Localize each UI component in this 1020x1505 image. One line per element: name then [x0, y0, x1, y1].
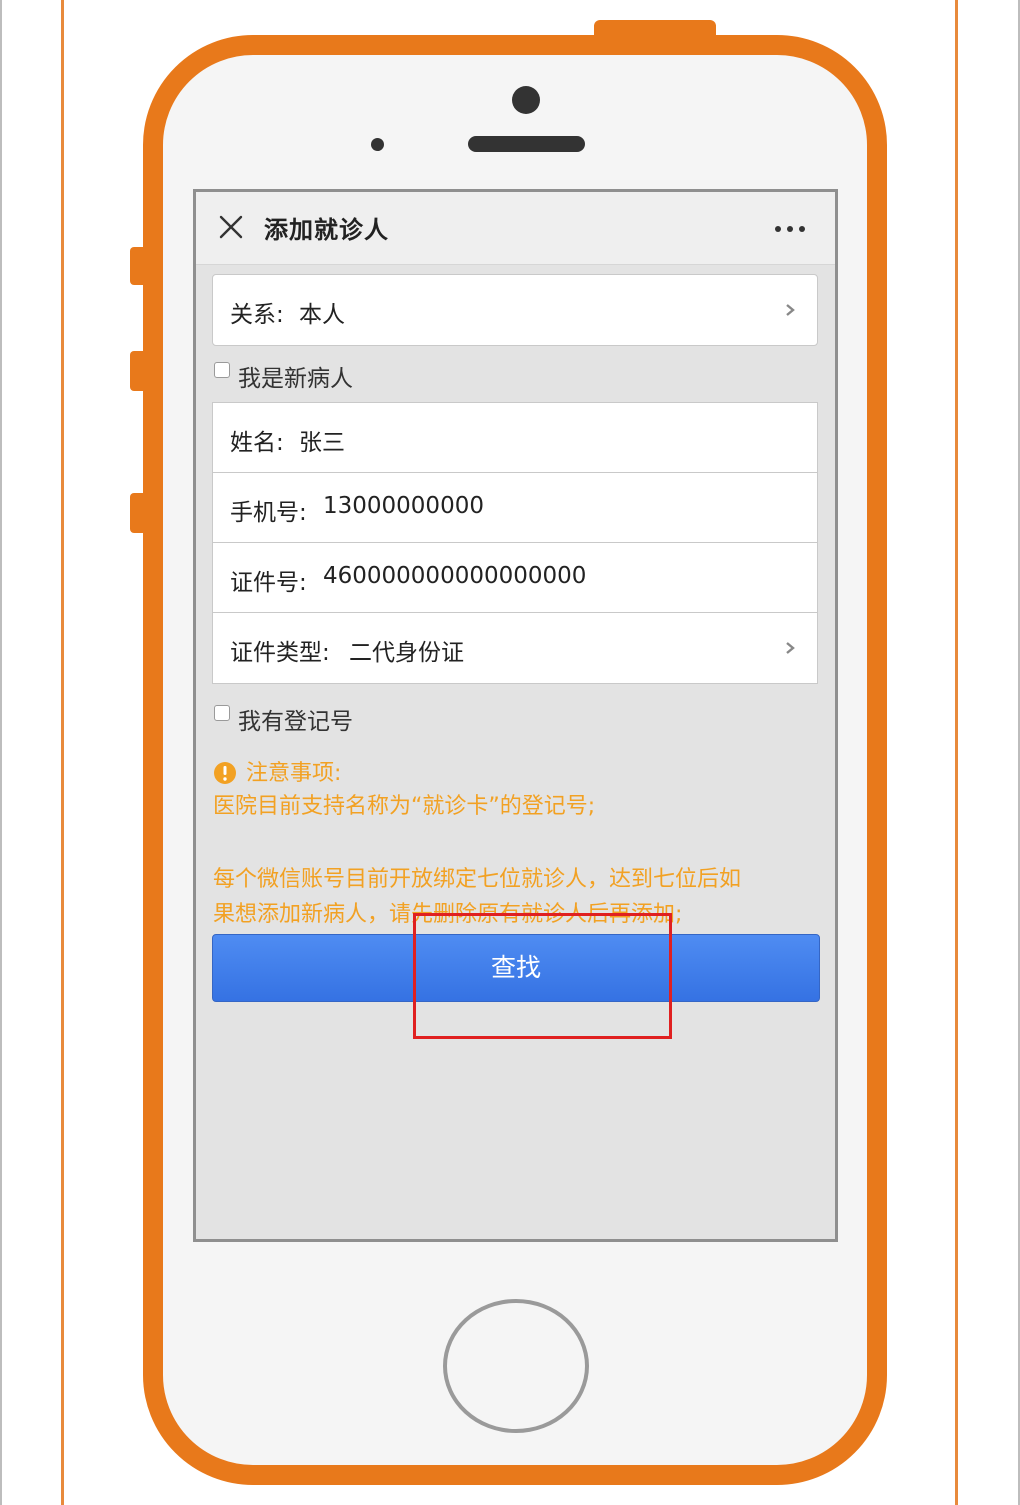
relation-select[interactable]: 关系: 本人	[213, 275, 817, 345]
id-number-label: 证件号:	[230, 570, 307, 596]
warning-icon	[214, 762, 236, 784]
relation-card: 关系: 本人	[212, 274, 818, 346]
id-number-field[interactable]: 证件号: 460000000000000000	[213, 543, 817, 613]
patient-info-card: 姓名: 张三 手机号: 13000000000 证件号: 46000000000…	[212, 402, 818, 684]
nav-bar: 添加就诊人	[196, 192, 835, 265]
phone-home-button	[443, 1299, 589, 1433]
id-type-label: 证件类型:	[230, 640, 330, 666]
name-value: 张三	[299, 430, 345, 456]
frame-line-left	[61, 0, 64, 1505]
notice-title: 注意事项:	[246, 761, 342, 786]
registration-checkbox[interactable]	[214, 705, 230, 721]
relation-label: 关系:	[230, 302, 284, 328]
chevron-right-icon	[786, 304, 795, 316]
highlight-annotation-box	[413, 913, 672, 1039]
more-icon[interactable]	[774, 225, 806, 233]
id-type-value: 二代身份证	[349, 640, 464, 666]
relation-value: 本人	[299, 302, 345, 328]
chevron-right-icon	[786, 642, 795, 654]
phone-label: 手机号:	[230, 500, 307, 526]
page-title: 添加就诊人	[264, 216, 389, 244]
id-number-value: 460000000000000000	[323, 563, 587, 589]
name-field[interactable]: 姓名: 张三	[213, 403, 817, 473]
notice-line-2: 每个微信账号目前开放绑定七位就诊人，达到七位后如	[213, 867, 742, 892]
new-patient-checkbox[interactable]	[214, 362, 230, 378]
close-icon[interactable]	[218, 214, 244, 240]
phone-screen: 添加就诊人 关系: 本人 我是新病人 姓名: 张三 手机号: 130000000…	[193, 189, 838, 1242]
new-patient-label: 我是新病人	[238, 366, 353, 392]
phone-speaker	[468, 136, 585, 152]
phone-camera	[512, 86, 540, 114]
notice-line-1: 医院目前支持名称为“就诊卡”的登记号;	[213, 794, 596, 819]
id-type-select[interactable]: 证件类型: 二代身份证	[213, 613, 817, 683]
page-border-left	[0, 0, 2, 1505]
registration-label: 我有登记号	[238, 709, 353, 735]
phone-value: 13000000000	[323, 493, 484, 519]
phone-field[interactable]: 手机号: 13000000000	[213, 473, 817, 543]
phone-sensor	[371, 138, 384, 151]
name-label: 姓名:	[230, 430, 284, 456]
frame-line-right	[955, 0, 958, 1505]
